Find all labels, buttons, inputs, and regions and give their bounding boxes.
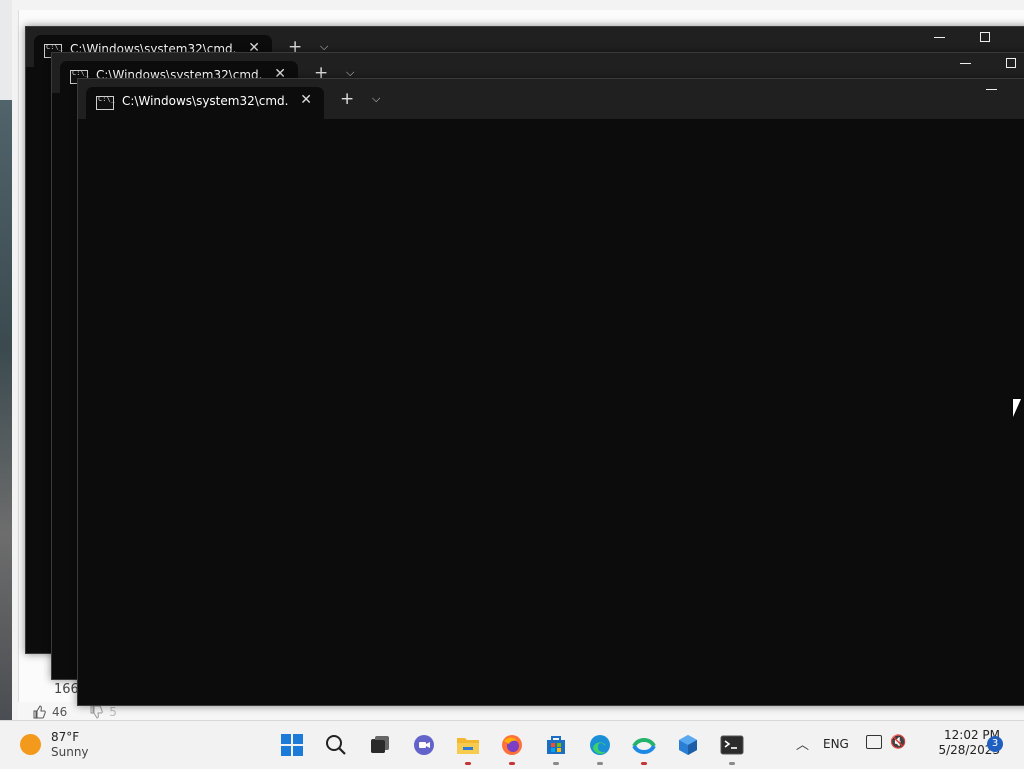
store-icon	[547, 736, 565, 754]
minimize-icon[interactable]	[960, 63, 971, 64]
edge-button[interactable]	[578, 721, 622, 769]
task-view-button[interactable]	[358, 721, 402, 769]
language-indicator[interactable]: ENG	[823, 737, 849, 751]
chat-icon	[414, 735, 434, 755]
search-icon	[326, 735, 346, 755]
dislike-count: 5	[109, 705, 117, 719]
taskbar-apps	[270, 721, 754, 769]
background-line-number: 166	[54, 682, 79, 697]
new-tab-icon[interactable]: +	[340, 89, 354, 109]
search-button[interactable]	[314, 721, 358, 769]
firefox-button[interactable]	[490, 721, 534, 769]
edge-icon	[590, 735, 610, 755]
store-button[interactable]	[534, 721, 578, 769]
terminal-tab[interactable]: C:\_ C:\Windows\system32\cmd.exe ✕	[86, 87, 324, 119]
green-app-button[interactable]	[622, 721, 666, 769]
windows-start-icon	[281, 734, 303, 756]
start-button[interactable]	[270, 721, 314, 769]
taskbar: 87°F Sunny ︿ ENG 🔇 12:02 PM 5/28/2023 3	[0, 720, 1024, 769]
terminal-titlebar[interactable]: C:\_ C:\Windows\system32\cmd.exe ✕ + ⌵	[78, 79, 1024, 119]
volume-muted-icon[interactable]: 🔇	[890, 735, 906, 750]
terminal-button[interactable]	[710, 721, 754, 769]
weather-temp: 87°F	[51, 730, 80, 744]
weather-widget[interactable]: 87°F Sunny	[20, 730, 89, 760]
chevron-up-icon[interactable]: ︿	[796, 734, 809, 753]
cube-icon	[679, 735, 697, 755]
like-count: 46	[52, 705, 68, 719]
tab-close-icon[interactable]: ✕	[300, 92, 312, 108]
minimize-icon[interactable]	[986, 89, 997, 90]
notification-badge[interactable]: 3	[987, 736, 1003, 752]
task-view-icon	[371, 736, 389, 753]
desktop-wallpaper	[0, 100, 12, 720]
cmd-icon: C:\_	[96, 95, 115, 110]
file-explorer-button[interactable]	[446, 721, 490, 769]
thumbs-down-icon[interactable]	[89, 705, 104, 719]
chat-button[interactable]	[402, 721, 446, 769]
maximize-icon[interactable]	[1006, 58, 1016, 68]
network-icon[interactable]	[866, 735, 882, 749]
weather-condition: Sunny	[51, 745, 89, 759]
firefox-icon	[502, 735, 522, 755]
spectrum-icon	[632, 738, 656, 754]
terminal-icon	[720, 735, 744, 755]
maximize-icon[interactable]	[980, 32, 990, 42]
like-button[interactable]: 46 5	[32, 705, 117, 719]
cube-app-button[interactable]	[666, 721, 710, 769]
chevron-down-icon[interactable]: ⌵	[372, 92, 380, 106]
terminal-content[interactable]	[78, 119, 1024, 705]
folder-icon	[457, 738, 479, 754]
mouse-pointer-icon	[1013, 399, 1021, 417]
thumbs-up-icon	[33, 705, 46, 719]
sun-icon	[20, 734, 41, 755]
terminal-window-3[interactable]: C:\_ C:\Windows\system32\cmd.exe ✕ + ⌵	[77, 78, 1024, 706]
minimize-icon[interactable]	[934, 37, 945, 38]
tab-title: C:\Windows\system32\cmd.exe	[122, 94, 288, 108]
